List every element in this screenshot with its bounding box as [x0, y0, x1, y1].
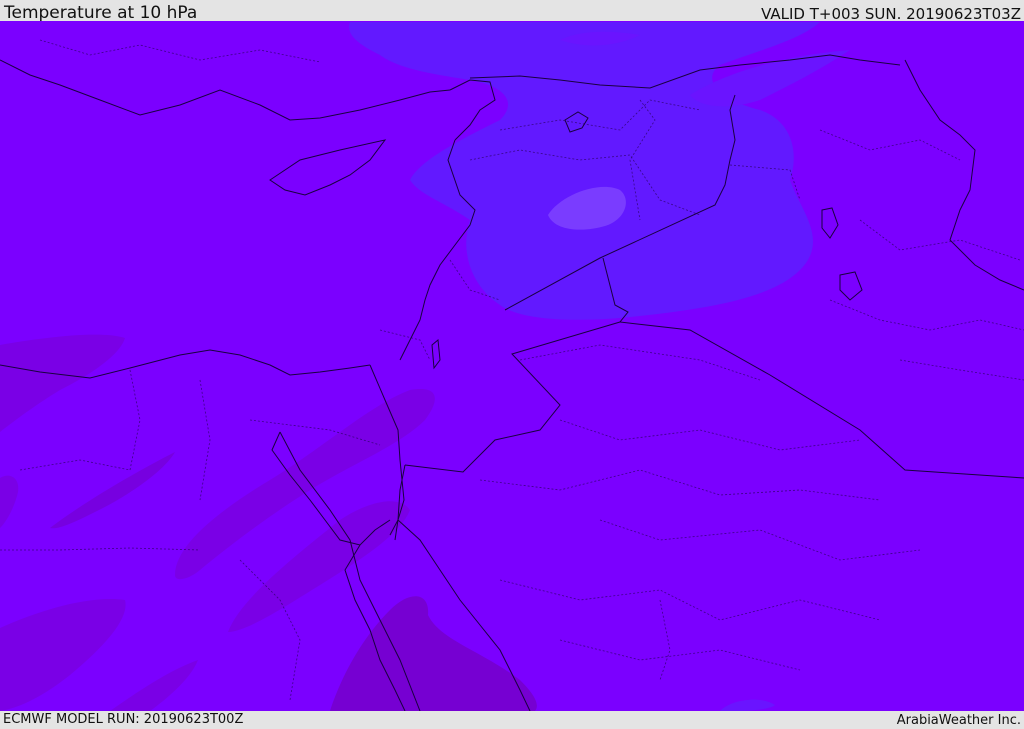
weather-map-page: Temperature at 10 hPa VALID T+003 SUN. 2…	[0, 0, 1024, 729]
map-canvas	[0, 21, 1024, 711]
header-bar: Temperature at 10 hPa VALID T+003 SUN. 2…	[0, 0, 1024, 23]
map-title: Temperature at 10 hPa	[4, 3, 198, 23]
footer-bar: ECMWF MODEL RUN: 20190623T00Z ArabiaWeat…	[0, 711, 1024, 729]
credit-label: ArabiaWeather Inc.	[896, 713, 1021, 728]
temperature-map[interactable]	[0, 21, 1024, 711]
model-run-label: ECMWF MODEL RUN: 20190623T00Z	[3, 712, 244, 727]
